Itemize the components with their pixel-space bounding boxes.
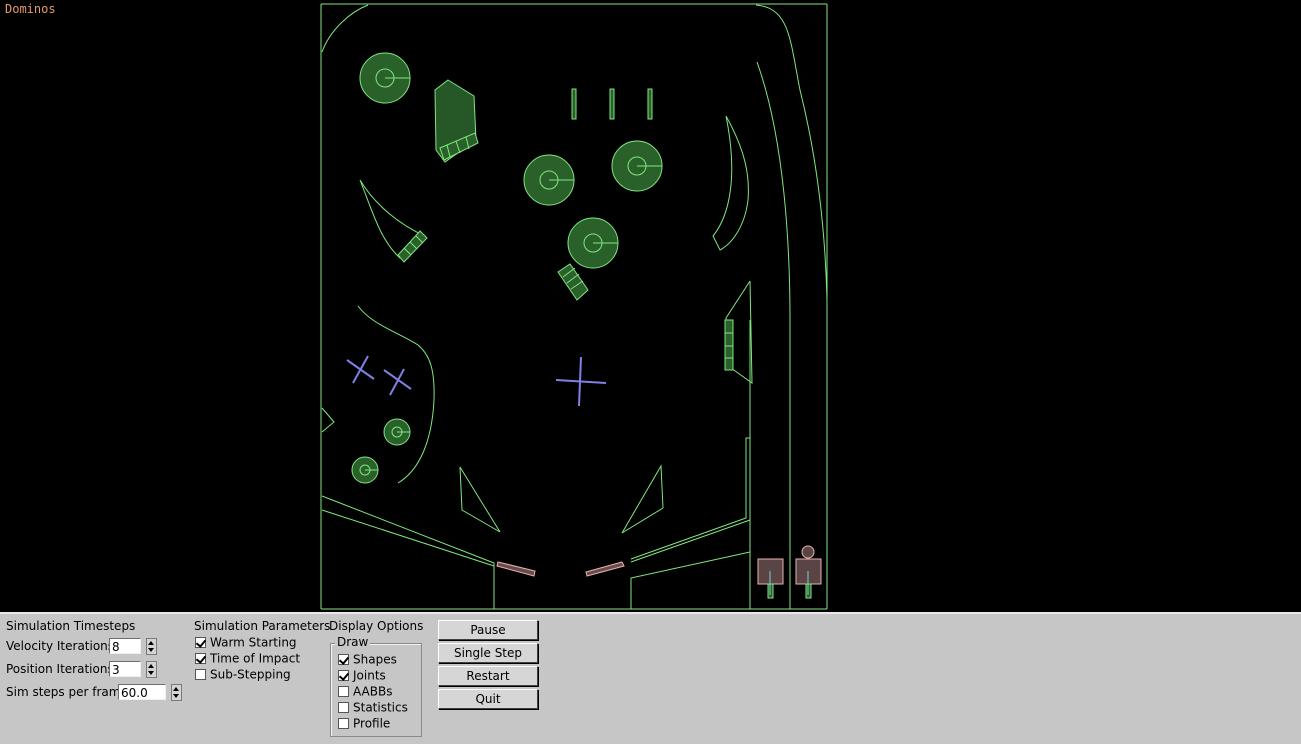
right-lane-inner	[756, 61, 791, 609]
time-of-impact-checkbox[interactable]: Time of Impact	[195, 651, 300, 666]
velocity-iterations-label: Velocity Iterations	[6, 639, 115, 653]
parameters-title: Simulation Parameters	[194, 619, 331, 633]
simulation-viewport[interactable]: Dominos	[0, 0, 1301, 612]
ball	[801, 545, 815, 559]
left-upper-strip	[397, 230, 428, 263]
checkbox-checked-icon[interactable]	[338, 654, 349, 665]
left-slingshot	[459, 466, 501, 533]
draw-group-title: Draw	[335, 635, 371, 649]
display-options-title: Display Options	[329, 619, 424, 633]
spinner-center	[555, 356, 607, 407]
left-mid-wall	[357, 305, 435, 484]
sub-stepping-checkbox[interactable]: Sub-Stepping	[195, 667, 291, 682]
warm-starting-checkbox[interactable]: Warm Starting	[195, 635, 297, 650]
single-step-button[interactable]: Single Step	[438, 643, 538, 663]
restart-button[interactable]: Restart	[438, 666, 538, 686]
checkbox-unchecked-icon[interactable]	[195, 669, 206, 680]
right-slingshot	[621, 464, 664, 534]
sim-steps-spinner[interactable]	[171, 684, 182, 701]
spinner-down-icon[interactable]	[173, 694, 179, 698]
spinner-down-icon[interactable]	[148, 671, 154, 675]
left-outlane-inner	[321, 509, 495, 567]
sim-steps-label: Sim steps per frame	[6, 685, 128, 699]
spinner-up-icon[interactable]	[148, 641, 154, 645]
left-flipper	[496, 561, 536, 577]
right-mid-strip	[724, 319, 734, 371]
right-bottom-wall	[630, 551, 751, 609]
aabbs-checkbox[interactable]: AABBs	[338, 684, 392, 699]
top-left-curve	[321, 4, 369, 53]
left-kicker-wall	[321, 407, 335, 433]
position-iterations-spinner[interactable]	[146, 661, 157, 678]
spinner-up-icon[interactable]	[173, 687, 179, 691]
position-iterations-input[interactable]: 3	[109, 661, 141, 677]
checkbox-unchecked-icon[interactable]	[338, 718, 349, 729]
timesteps-title: Simulation Timesteps	[6, 619, 136, 633]
top-gate-2	[609, 88, 615, 120]
checkbox-checked-icon[interactable]	[195, 637, 206, 648]
left-outlane	[321, 495, 495, 609]
top-gate-1	[571, 88, 577, 120]
velocity-iterations-spinner[interactable]	[146, 638, 157, 655]
right-outlane	[630, 437, 751, 563]
right-flipper	[585, 561, 625, 577]
control-panel: Simulation Timesteps Velocity Iterations…	[0, 612, 1301, 744]
spinner-down-icon[interactable]	[148, 648, 154, 652]
profile-checkbox[interactable]: Profile	[338, 716, 390, 731]
checkbox-checked-icon[interactable]	[338, 670, 349, 681]
position-iterations-label: Position Iterations	[6, 662, 114, 676]
spinner-left-2	[383, 368, 412, 396]
checkbox-checked-icon[interactable]	[195, 653, 206, 664]
checkbox-unchecked-icon[interactable]	[338, 686, 349, 697]
spinner-left-1	[346, 355, 375, 384]
checkbox-unchecked-icon[interactable]	[338, 702, 349, 713]
right-upper-ramp	[712, 115, 749, 251]
shapes-checkbox[interactable]: Shapes	[338, 652, 397, 667]
pause-button[interactable]: Pause	[438, 620, 538, 640]
top-gate-3	[647, 88, 653, 120]
right-lane-outer	[755, 4, 828, 301]
quit-button[interactable]: Quit	[438, 689, 538, 709]
spinner-up-icon[interactable]	[148, 664, 154, 668]
pinball-scene	[320, 3, 828, 610]
statistics-checkbox[interactable]: Statistics	[338, 700, 408, 715]
velocity-iterations-input[interactable]: 8	[109, 638, 141, 654]
joints-checkbox[interactable]: Joints	[338, 668, 386, 683]
sim-steps-input[interactable]: 60.0	[118, 684, 166, 700]
